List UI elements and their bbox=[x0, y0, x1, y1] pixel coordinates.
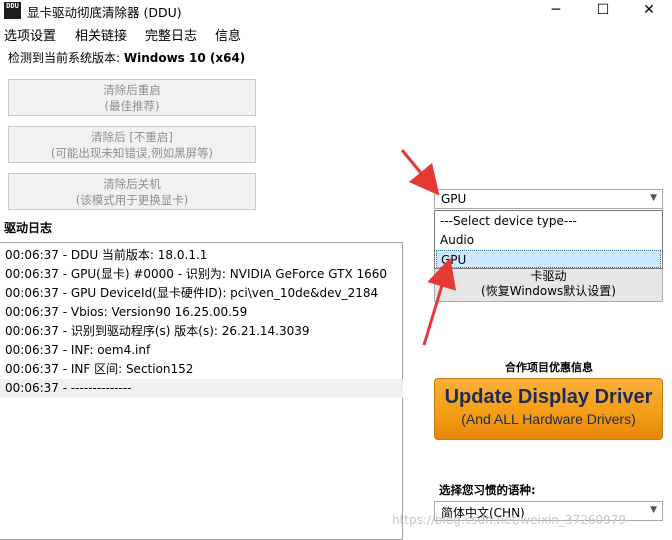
button-label: 清除后关机 bbox=[103, 177, 161, 191]
watermark: https://blog.csdn.net/weixin_37260979 bbox=[392, 513, 627, 527]
log-line: 00:06:37 - 识别到驱动程序(s) 版本(s): 26.21.14.30… bbox=[5, 324, 310, 338]
log-line: 00:06:37 - GPU(显卡) #0000 - 识别为: NVIDIA G… bbox=[5, 267, 388, 281]
menu-options[interactable]: 选项设置 bbox=[4, 25, 56, 44]
clean-and-restart-button[interactable]: 清除后重启 (最佳推荐) bbox=[8, 79, 256, 116]
option-audio[interactable]: Audio bbox=[436, 231, 661, 249]
device-type-select[interactable]: GPU ▼ bbox=[434, 189, 663, 209]
menu-bar: 选项设置 相关链接 完整日志 信息 bbox=[0, 22, 672, 44]
button-label: 清除后重启 bbox=[103, 83, 161, 97]
detected-os: 检测到当前系统版本: Windows 10 (x64) bbox=[8, 49, 245, 66]
title-bar: DDU 显卡驱动彻底清除器 (DDU) ─ ☐ ✕ bbox=[0, 0, 672, 22]
ad-title: Update Display Driver bbox=[444, 386, 653, 408]
arrow-to-dropdown-icon bbox=[400, 149, 440, 196]
maximize-button[interactable]: ☐ bbox=[580, 0, 626, 22]
detected-os-value: Windows 10 (x64) bbox=[123, 51, 246, 65]
menu-links[interactable]: 相关链接 bbox=[75, 25, 127, 44]
ad-label: 合作项目优惠信息 bbox=[505, 361, 593, 374]
detected-os-label: 检测到当前系统版本: bbox=[8, 51, 124, 65]
minimize-button[interactable]: ─ bbox=[533, 0, 579, 22]
chevron-down-icon: ▼ bbox=[650, 505, 657, 515]
app-icon: DDU bbox=[4, 2, 21, 19]
log-list[interactable]: 00:06:37 - DDU 当前版本: 18.0.1.1 00:06:37 -… bbox=[0, 242, 403, 540]
update-driver-ad-button[interactable]: Update Display Driver (And ALL Hardware … bbox=[434, 378, 663, 440]
log-line: 00:06:37 - INF: oem4.inf bbox=[5, 343, 151, 357]
button-sublabel: (该模式用于更换显卡) bbox=[75, 193, 189, 207]
log-line: 00:06:37 - GPU DeviceId(显卡硬件ID): pci\ven… bbox=[5, 286, 379, 300]
device-type-list[interactable]: ---Select device type--- Audio GPU bbox=[434, 210, 663, 269]
button-sublabel: (可能出现未知错误,例如黑屏等) bbox=[50, 146, 214, 160]
log-line: 00:06:37 - DDU 当前版本: 18.0.1.1 bbox=[5, 248, 208, 262]
clean-and-shutdown-button[interactable]: 清除后关机 (该模式用于更换显卡) bbox=[8, 173, 256, 210]
button-sublabel: (恢复Windows默认设置) bbox=[481, 284, 616, 298]
ad-subtitle: (And ALL Hardware Drivers) bbox=[461, 411, 636, 427]
option-select-device-type[interactable]: ---Select device type--- bbox=[436, 212, 661, 230]
menu-info[interactable]: 信息 bbox=[215, 25, 241, 44]
log-line-selected: 00:06:37 - -------------- bbox=[0, 379, 403, 398]
clean-no-restart-button[interactable]: 清除后 [不重启] (可能出现未知错误,例如黑屏等) bbox=[8, 126, 256, 163]
device-type-value: GPU bbox=[441, 192, 467, 206]
log-line: 00:06:37 - INF 区间: Section152 bbox=[5, 362, 194, 376]
log-line: 00:06:37 - Vbios: Version90 16.25.00.59 bbox=[5, 305, 248, 319]
button-sublabel: (最佳推荐) bbox=[104, 99, 160, 113]
close-button[interactable]: ✕ bbox=[626, 0, 672, 22]
button-label: 卡驱动 bbox=[530, 269, 567, 283]
option-gpu[interactable]: GPU bbox=[436, 250, 661, 268]
button-label: 清除后 [不重启] bbox=[91, 130, 173, 144]
menu-full-log[interactable]: 完整日志 bbox=[145, 25, 197, 44]
log-title: 驱动日志 bbox=[4, 221, 53, 235]
language-label: 选择您习惯的语种: bbox=[439, 483, 536, 497]
clean-driver-button[interactable]: 卡驱动 (恢复Windows默认设置) bbox=[434, 266, 663, 302]
chevron-down-icon: ▼ bbox=[650, 193, 657, 203]
window-title: 显卡驱动彻底清除器 (DDU) bbox=[27, 5, 182, 20]
